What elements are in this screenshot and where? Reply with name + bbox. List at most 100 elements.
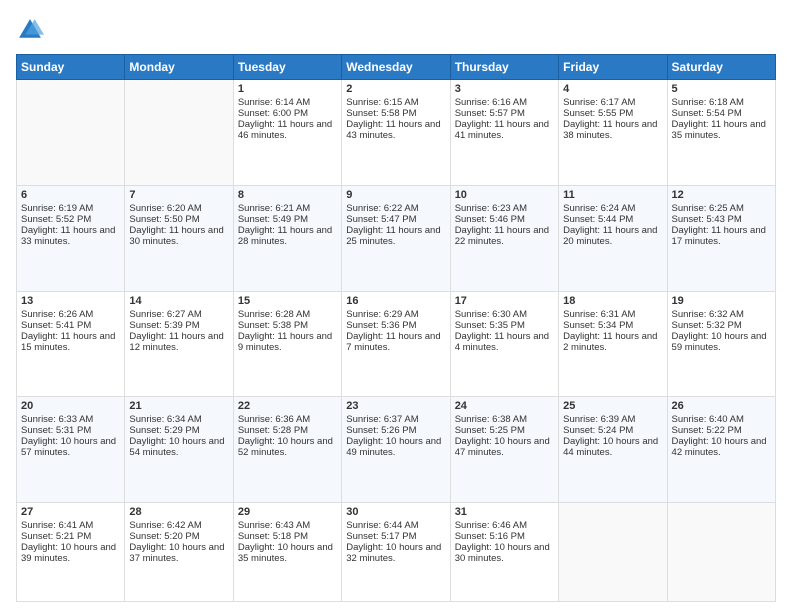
day-number: 17: [455, 295, 554, 307]
daylight-text: Daylight: 11 hours and 9 minutes.: [238, 331, 337, 353]
sunrise-text: Sunrise: 6:15 AM: [346, 97, 445, 108]
header: [16, 16, 776, 44]
calendar-cell: 27Sunrise: 6:41 AMSunset: 5:21 PMDayligh…: [17, 503, 125, 602]
day-number: 15: [238, 295, 337, 307]
daylight-text: Daylight: 10 hours and 54 minutes.: [129, 436, 228, 458]
sunset-text: Sunset: 5:20 PM: [129, 531, 228, 542]
day-number: 18: [563, 295, 662, 307]
day-number: 28: [129, 506, 228, 518]
sunset-text: Sunset: 5:18 PM: [238, 531, 337, 542]
daylight-text: Daylight: 11 hours and 7 minutes.: [346, 331, 445, 353]
calendar-cell: 11Sunrise: 6:24 AMSunset: 5:44 PMDayligh…: [559, 185, 667, 291]
sunset-text: Sunset: 5:24 PM: [563, 425, 662, 436]
daylight-text: Daylight: 10 hours and 37 minutes.: [129, 542, 228, 564]
sunrise-text: Sunrise: 6:37 AM: [346, 414, 445, 425]
sunrise-text: Sunrise: 6:26 AM: [21, 309, 120, 320]
calendar-day-header: Monday: [125, 55, 233, 80]
daylight-text: Daylight: 10 hours and 42 minutes.: [672, 436, 771, 458]
sunset-text: Sunset: 5:41 PM: [21, 320, 120, 331]
daylight-text: Daylight: 10 hours and 44 minutes.: [563, 436, 662, 458]
calendar-day-header: Friday: [559, 55, 667, 80]
sunset-text: Sunset: 5:22 PM: [672, 425, 771, 436]
calendar-cell: 6Sunrise: 6:19 AMSunset: 5:52 PMDaylight…: [17, 185, 125, 291]
calendar-cell: 1Sunrise: 6:14 AMSunset: 6:00 PMDaylight…: [233, 80, 341, 186]
day-number: 25: [563, 400, 662, 412]
daylight-text: Daylight: 10 hours and 39 minutes.: [21, 542, 120, 564]
calendar-cell: 20Sunrise: 6:33 AMSunset: 5:31 PMDayligh…: [17, 397, 125, 503]
sunset-text: Sunset: 5:36 PM: [346, 320, 445, 331]
calendar-day-header: Sunday: [17, 55, 125, 80]
calendar-cell: 21Sunrise: 6:34 AMSunset: 5:29 PMDayligh…: [125, 397, 233, 503]
calendar-cell: 22Sunrise: 6:36 AMSunset: 5:28 PMDayligh…: [233, 397, 341, 503]
day-number: 16: [346, 295, 445, 307]
daylight-text: Daylight: 10 hours and 59 minutes.: [672, 331, 771, 353]
calendar-cell: 18Sunrise: 6:31 AMSunset: 5:34 PMDayligh…: [559, 291, 667, 397]
day-number: 4: [563, 83, 662, 95]
day-number: 24: [455, 400, 554, 412]
day-number: 9: [346, 189, 445, 201]
sunset-text: Sunset: 5:16 PM: [455, 531, 554, 542]
sunrise-text: Sunrise: 6:27 AM: [129, 309, 228, 320]
sunrise-text: Sunrise: 6:34 AM: [129, 414, 228, 425]
sunset-text: Sunset: 5:17 PM: [346, 531, 445, 542]
sunrise-text: Sunrise: 6:40 AM: [672, 414, 771, 425]
daylight-text: Daylight: 11 hours and 22 minutes.: [455, 225, 554, 247]
sunrise-text: Sunrise: 6:20 AM: [129, 203, 228, 214]
calendar-cell: 10Sunrise: 6:23 AMSunset: 5:46 PMDayligh…: [450, 185, 558, 291]
day-number: 10: [455, 189, 554, 201]
calendar-cell: 5Sunrise: 6:18 AMSunset: 5:54 PMDaylight…: [667, 80, 775, 186]
day-number: 31: [455, 506, 554, 518]
sunrise-text: Sunrise: 6:46 AM: [455, 520, 554, 531]
daylight-text: Daylight: 11 hours and 20 minutes.: [563, 225, 662, 247]
daylight-text: Daylight: 11 hours and 33 minutes.: [21, 225, 120, 247]
daylight-text: Daylight: 10 hours and 52 minutes.: [238, 436, 337, 458]
sunrise-text: Sunrise: 6:17 AM: [563, 97, 662, 108]
sunrise-text: Sunrise: 6:18 AM: [672, 97, 771, 108]
calendar-cell: 7Sunrise: 6:20 AMSunset: 5:50 PMDaylight…: [125, 185, 233, 291]
day-number: 2: [346, 83, 445, 95]
calendar-cell: 25 Sunrise: 6:39 AMSunset: 5:24 PMDayligh…: [559, 397, 667, 503]
sunrise-text: Sunrise: 6:42 AM: [129, 520, 228, 531]
daylight-text: Daylight: 10 hours and 47 minutes.: [455, 436, 554, 458]
sunset-text: Sunset: 5:38 PM: [238, 320, 337, 331]
sunrise-text: Sunrise: 6:32 AM: [672, 309, 771, 320]
daylight-text: Daylight: 11 hours and 12 minutes.: [129, 331, 228, 353]
calendar-cell: 2Sunrise: 6:15 AMSunset: 5:58 PMDaylight…: [342, 80, 450, 186]
page: SundayMondayTuesdayWednesdayThursdayFrid…: [0, 0, 792, 612]
calendar-cell: 26Sunrise: 6:40 AMSunset: 5:22 PMDayligh…: [667, 397, 775, 503]
calendar-cell: 31 Sunrise: 6:46 AMSunset: 5:16 PMDayligh…: [450, 503, 558, 602]
sunrise-text: Sunrise: 6:43 AM: [238, 520, 337, 531]
sunset-text: Sunset: 5:43 PM: [672, 214, 771, 225]
sunset-text: Sunset: 5:52 PM: [21, 214, 120, 225]
sunset-text: Sunset: 5:26 PM: [346, 425, 445, 436]
calendar-cell: 14Sunrise: 6:27 AMSunset: 5:39 PMDayligh…: [125, 291, 233, 397]
logo-icon: [16, 16, 44, 44]
sunset-text: Sunset: 6:00 PM: [238, 108, 337, 119]
calendar-cell: 17Sunrise: 6:30 AMSunset: 5:35 PMDayligh…: [450, 291, 558, 397]
sunset-text: Sunset: 5:54 PM: [672, 108, 771, 119]
day-number: 1: [238, 83, 337, 95]
sunset-text: Sunset: 5:47 PM: [346, 214, 445, 225]
calendar-cell: 30Sunrise: 6:44 AMSunset: 5:17 PMDayligh…: [342, 503, 450, 602]
daylight-text: Daylight: 11 hours and 46 minutes.: [238, 119, 337, 141]
sunrise-text: Sunrise: 6:29 AM: [346, 309, 445, 320]
sunset-text: Sunset: 5:50 PM: [129, 214, 228, 225]
sunrise-text: Sunrise: 6:24 AM: [563, 203, 662, 214]
day-number: 30: [346, 506, 445, 518]
calendar-cell: [559, 503, 667, 602]
sunrise-text: Sunrise: 6:33 AM: [21, 414, 120, 425]
day-number: 20: [21, 400, 120, 412]
daylight-text: Daylight: 11 hours and 38 minutes.: [563, 119, 662, 141]
sunrise-text: Sunrise: 6:39 AM: [563, 414, 662, 425]
calendar-cell: [125, 80, 233, 186]
daylight-text: Daylight: 10 hours and 30 minutes.: [455, 542, 554, 564]
calendar-cell: 8Sunrise: 6:21 AMSunset: 5:49 PMDaylight…: [233, 185, 341, 291]
sunset-text: Sunset: 5:21 PM: [21, 531, 120, 542]
day-number: 19: [672, 295, 771, 307]
day-number: 29: [238, 506, 337, 518]
calendar-cell: 28 Sunrise: 6:42 AMSunset: 5:20 PMDayligh…: [125, 503, 233, 602]
calendar-cell: 12Sunrise: 6:25 AMSunset: 5:43 PMDayligh…: [667, 185, 775, 291]
calendar-day-header: Saturday: [667, 55, 775, 80]
calendar-week-row: 1Sunrise: 6:14 AMSunset: 6:00 PMDaylight…: [17, 80, 776, 186]
sunset-text: Sunset: 5:29 PM: [129, 425, 228, 436]
